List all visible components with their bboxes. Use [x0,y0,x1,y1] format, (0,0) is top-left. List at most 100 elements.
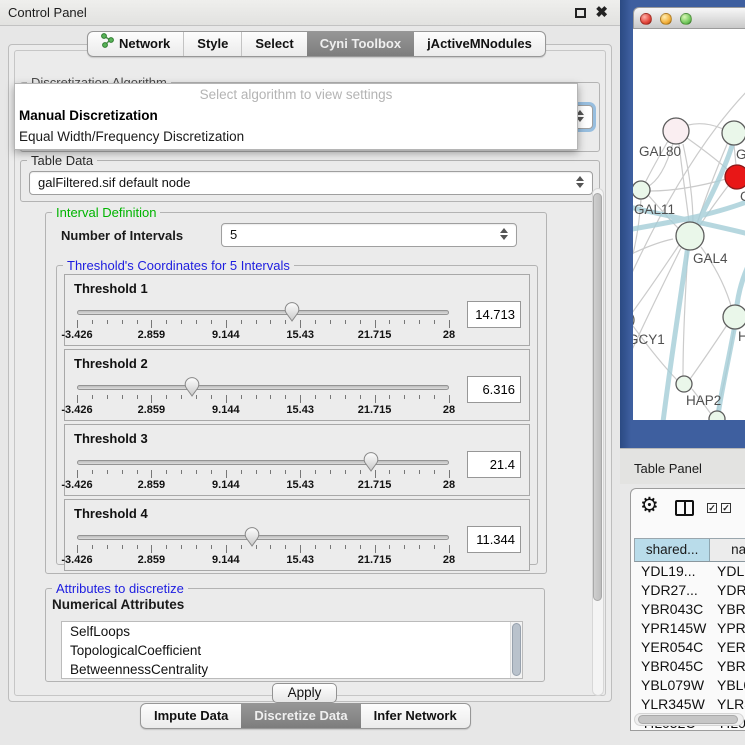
mac-zoom-icon[interactable] [680,13,692,25]
attribute-list-item[interactable]: BetweennessCentrality [62,660,522,679]
tick-mark [151,320,152,328]
threshold-slider[interactable] [77,458,449,468]
cell-name[interactable]: YER0 [710,638,745,657]
columns-icon[interactable] [675,500,694,516]
cell-shared-name[interactable]: YBL079W [634,676,710,695]
cell-shared-name[interactable]: YDL19... [634,562,710,581]
tick-mark [122,545,123,549]
threshold-value-field[interactable]: 14.713 [467,301,521,328]
slider-track[interactable] [77,460,449,465]
table-data-combo[interactable]: galFiltered.sif default node [29,171,593,195]
gear-icon[interactable]: ⚙ [640,496,659,516]
cell-name[interactable]: YDL1 [710,562,745,581]
slider-thumb[interactable] [284,302,300,322]
slider-track[interactable] [77,310,449,315]
table-row[interactable]: YBR045CYBR0 [634,657,745,676]
cell-shared-name[interactable]: YDR27... [634,581,710,600]
threshold-value-field[interactable]: 21.4 [467,451,521,478]
cell-name[interactable]: YBL0 [710,676,745,695]
cell-name[interactable]: YBR0 [710,657,745,676]
attribute-list-item[interactable]: TopologicalCoefficient [62,641,522,660]
popup-option-equal-width[interactable]: Equal Width/Frequency Discretization [15,126,577,147]
network-graph: GAL80 GA C GAL11 GAL4 GCY1 H HAP2 [633,29,745,420]
table-row[interactable]: YBR043CYBR0 [634,600,745,619]
tab-cyni-toolbox[interactable]: Cyni Toolbox [307,32,414,56]
slider-thumb[interactable] [244,527,260,547]
node-gal11[interactable] [633,181,650,199]
cell-shared-name[interactable]: YBR043C [634,600,710,619]
attribute-list-item[interactable]: SelfLoops [62,622,522,641]
tick-mark [181,545,182,549]
table-row[interactable]: YBL079WYBL0 [634,676,745,695]
network-canvas[interactable]: GAL80 GA C GAL11 GAL4 GCY1 H HAP2 [633,29,745,420]
tab-discretize-data[interactable]: Discretize Data [241,704,360,728]
threshold-slider[interactable] [77,383,449,393]
tick-label: -3.426 [61,479,92,491]
cell-shared-name[interactable]: YPR145W [634,619,710,638]
cell-shared-name[interactable]: YLR345W [634,695,710,714]
panel-scrollbar-thumb[interactable] [593,193,602,601]
checkbox-icon[interactable]: ✓ [721,503,731,513]
tab-style[interactable]: Style [183,32,241,56]
node-red-selected[interactable] [725,165,745,189]
tick-mark [389,320,390,324]
threshold-slider[interactable] [77,533,449,543]
node-top-right[interactable] [722,121,745,145]
tick-label: 21.715 [358,554,392,566]
mac-close-icon[interactable] [640,13,652,25]
node-hap2[interactable] [676,376,692,392]
table-row[interactable]: YDL19...YDL1 [634,562,745,581]
node-gal4[interactable] [676,222,704,250]
cell-name[interactable]: YLR3 [710,695,745,714]
node-h[interactable] [723,305,745,329]
number-of-intervals-combo[interactable]: 5 [221,223,517,247]
cell-name[interactable]: YDR2 [710,581,745,600]
mac-minimize-icon[interactable] [660,13,672,25]
apply-button[interactable]: Apply [272,683,337,703]
threshold-value-field[interactable]: 11.344 [467,526,521,553]
tick-mark [107,545,108,549]
slider-track[interactable] [77,535,449,540]
network-window-titlebar[interactable] [633,7,745,29]
tab-network[interactable]: Network [88,32,183,56]
popup-option-manual[interactable]: Manual Discretization [15,105,577,126]
slider-scale: -3.4262.8599.14415.4321.71528 [77,545,449,569]
cell-name[interactable]: YBR0 [710,600,745,619]
table-row[interactable]: YDR27...YDR2 [634,581,745,600]
tab-jactivemnodules[interactable]: jActiveMNodules [414,32,545,56]
float-panel-icon[interactable] [575,8,586,18]
table-row[interactable]: YER054CYER0 [634,638,745,657]
tick-label: 9.144 [212,554,240,566]
cell-shared-name[interactable]: YBR045C [634,657,710,676]
threshold-value-field[interactable]: 6.316 [467,376,521,403]
table-row[interactable]: YLR345WYLR3 [634,695,745,714]
table-hscrollbar-thumb[interactable] [638,715,738,724]
checkbox-icon[interactable]: ✓ [707,503,717,513]
table-row[interactable]: YPR145WYPR1 [634,619,745,638]
tab-infer-network[interactable]: Infer Network [361,704,470,728]
tab-select[interactable]: Select [241,32,306,56]
tick-mark [151,545,152,553]
tick-mark [151,470,152,478]
close-icon[interactable]: ✖ [595,3,608,21]
tick-label: 15.43 [286,479,314,491]
panel-scrollbar[interactable] [592,188,604,696]
cell-shared-name[interactable]: YER054C [634,638,710,657]
attributes-scrollbar[interactable] [510,622,522,678]
node-gal80[interactable] [663,118,689,144]
slider-thumb[interactable] [184,377,200,397]
node-bottom[interactable] [709,411,725,420]
tick-mark [196,395,197,399]
tick-mark [345,470,346,474]
threshold-slider[interactable] [77,308,449,318]
column-header-shared[interactable]: shared... [635,539,710,561]
table-data-title: Table Data [27,153,97,168]
tick-mark [360,470,361,474]
numerical-attributes-list[interactable]: SelfLoopsTopologicalCoefficientBetweenne… [61,621,523,679]
tab-impute-data[interactable]: Impute Data [141,704,241,728]
slider-track[interactable] [77,385,449,390]
column-header-name[interactable]: na [710,539,745,561]
table-hscrollbar[interactable] [634,713,744,726]
cell-name[interactable]: YPR1 [710,619,745,638]
slider-thumb[interactable] [363,452,379,472]
